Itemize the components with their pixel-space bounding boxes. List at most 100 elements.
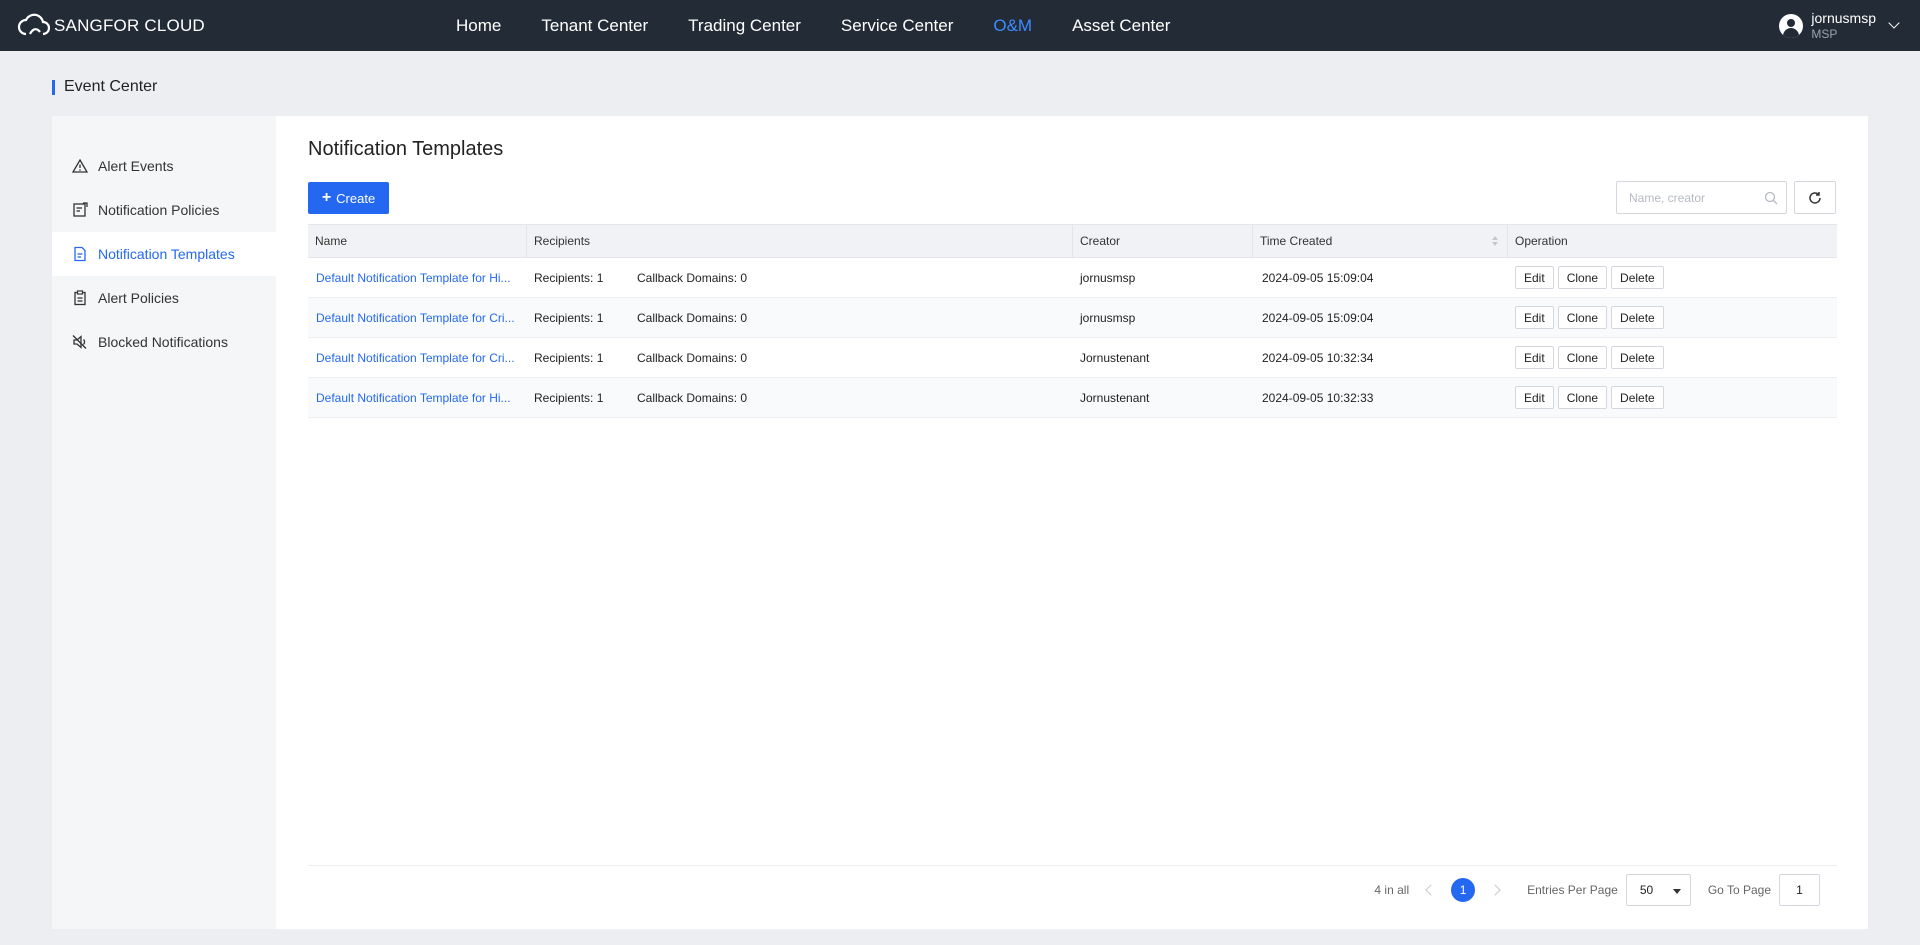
sidebar-item-label: Alert Policies (98, 290, 179, 306)
search-input[interactable] (1629, 190, 1759, 205)
pagination: 4 in all 1 Entries Per Page 50 Go To Pag… (1374, 874, 1820, 906)
user-role: MSP (1811, 27, 1838, 41)
time-created-cell: 2024-09-05 15:09:04 (1262, 310, 1374, 325)
recipients-count: Recipients: 1 (534, 390, 604, 405)
sidebar-item-notification-templates[interactable]: Notification Templates (52, 232, 276, 276)
total-count: 4 in all (1374, 883, 1410, 897)
section-title: Notification Templates (308, 138, 504, 160)
clone-button[interactable]: Clone (1557, 306, 1608, 329)
create-button-label: Create (336, 190, 376, 206)
plus-icon: + (321, 189, 332, 206)
chevron-left-icon[interactable] (1425, 884, 1437, 896)
table-row: Default Notification Template for Cri...… (308, 298, 1837, 338)
recipients-count: Recipients: 1 (534, 270, 604, 285)
sort-icon[interactable] (1491, 235, 1499, 247)
nav-service-center[interactable]: Service Center (841, 16, 953, 36)
avatar-icon (1779, 14, 1804, 38)
sidebar-item-label: Blocked Notifications (98, 334, 228, 350)
template-name-link[interactable]: Default Notification Template for Hi... (316, 271, 511, 285)
column-header-name: Name (308, 225, 527, 257)
table-header: Name Recipients Creator Time Created Ope… (308, 224, 1837, 258)
delete-button[interactable]: Delete (1611, 266, 1664, 289)
clone-button[interactable]: Clone (1557, 386, 1608, 409)
top-navbar: SANGFOR CLOUD Home Tenant Center Trading… (0, 0, 1920, 51)
table-row: Default Notification Template for Hi... … (308, 258, 1837, 298)
template-doc-icon (72, 246, 88, 262)
sidebar: Alert Events Notification Policies Notif… (52, 116, 276, 929)
refresh-icon (1809, 191, 1821, 204)
brand-name: SANGFOR CLOUD (54, 16, 205, 35)
search-box (1616, 181, 1787, 214)
creator-cell: Jornustenant (1080, 350, 1150, 365)
brand-logo[interactable]: SANGFOR CLOUD (16, 12, 205, 40)
table-row: Default Notification Template for Hi... … (308, 378, 1837, 418)
policy-doc-icon (72, 202, 88, 218)
sidebar-item-label: Alert Events (98, 158, 174, 174)
callback-domains-count: Callback Domains: 0 (637, 390, 748, 405)
nav-trading-center[interactable]: Trading Center (688, 16, 801, 36)
nav-om[interactable]: O&M (993, 16, 1032, 36)
recipients-count: Recipients: 1 (534, 310, 604, 325)
recipients-count: Recipients: 1 (534, 350, 604, 365)
delete-button[interactable]: Delete (1611, 346, 1664, 369)
template-name-link[interactable]: Default Notification Template for Cri... (316, 311, 515, 325)
column-header-time-created[interactable]: Time Created (1253, 225, 1508, 257)
chevron-down-icon (1888, 17, 1900, 29)
chevron-right-icon[interactable] (1489, 884, 1501, 896)
entries-per-page-label: Entries Per Page (1527, 883, 1618, 897)
nav-tenant-center[interactable]: Tenant Center (541, 16, 648, 36)
callback-domains-count: Callback Domains: 0 (637, 270, 748, 285)
sidebar-item-label: Notification Templates (98, 246, 235, 262)
column-header-time-created-label: Time Created (1260, 234, 1333, 248)
entries-per-page-select[interactable]: 50 (1625, 874, 1691, 906)
warning-icon (72, 158, 88, 174)
creator-cell: Jornustenant (1080, 390, 1150, 405)
sidebar-item-alert-events[interactable]: Alert Events (52, 144, 276, 188)
edit-button[interactable]: Edit (1515, 266, 1554, 289)
creator-cell: jornusmsp (1080, 270, 1136, 285)
page-title-text: Event Center (64, 78, 158, 95)
clipboard-icon (72, 290, 88, 306)
search-icon[interactable] (1764, 191, 1778, 205)
user-menu[interactable]: jornusmsp MSP (1779, 9, 1900, 43)
edit-button[interactable]: Edit (1515, 306, 1554, 329)
go-to-page-input[interactable]: 1 (1779, 874, 1820, 906)
time-created-cell: 2024-09-05 10:32:34 (1262, 350, 1374, 365)
edit-button[interactable]: Edit (1515, 386, 1554, 409)
sidebar-item-label: Notification Policies (98, 202, 220, 218)
delete-button[interactable]: Delete (1611, 386, 1664, 409)
sidebar-item-blocked-notifications[interactable]: Blocked Notifications (52, 320, 276, 364)
edit-button[interactable]: Edit (1515, 346, 1554, 369)
delete-button[interactable]: Delete (1611, 306, 1664, 329)
template-name-link[interactable]: Default Notification Template for Hi... (316, 391, 511, 405)
caret-down-icon (1672, 889, 1681, 894)
column-header-operation: Operation (1515, 234, 1568, 248)
page-number-button[interactable]: 1 (1451, 878, 1476, 902)
entries-per-page-value: 50 (1639, 883, 1654, 897)
sidebar-item-notification-policies[interactable]: Notification Policies (52, 188, 276, 232)
nav-home[interactable]: Home (456, 16, 501, 36)
clone-button[interactable]: Clone (1557, 346, 1608, 369)
sidebar-item-alert-policies[interactable]: Alert Policies (52, 276, 276, 320)
time-created-cell: 2024-09-05 15:09:04 (1262, 270, 1374, 285)
pagination-divider (308, 865, 1837, 866)
table-row: Default Notification Template for Cri...… (308, 338, 1837, 378)
main-nav: Home Tenant Center Trading Center Servic… (456, 0, 1210, 51)
refresh-button[interactable] (1794, 181, 1836, 214)
user-name: jornusmsp (1811, 10, 1876, 26)
page-title: Event Center (52, 78, 157, 96)
templates-table: Name Recipients Creator Time Created Ope… (308, 224, 1837, 418)
column-header-creator: Creator (1073, 225, 1253, 257)
main-panel: Notification Templates + Create Name Rec… (276, 116, 1868, 929)
create-button[interactable]: + Create (308, 182, 389, 214)
go-to-page-label: Go To Page (1707, 883, 1771, 897)
creator-cell: jornusmsp (1080, 310, 1136, 325)
nav-asset-center[interactable]: Asset Center (1072, 16, 1170, 36)
muted-speaker-icon (72, 334, 88, 350)
clone-button[interactable]: Clone (1557, 266, 1608, 289)
column-header-recipients: Recipients (527, 225, 1073, 257)
time-created-cell: 2024-09-05 10:32:33 (1262, 390, 1374, 405)
template-name-link[interactable]: Default Notification Template for Cri... (316, 351, 515, 365)
cloud-logo-icon (17, 13, 50, 36)
title-accent-bar (52, 79, 55, 95)
